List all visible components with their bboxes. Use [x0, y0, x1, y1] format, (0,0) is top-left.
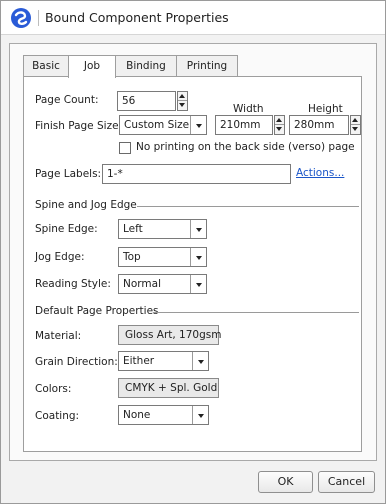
- reading-style-select[interactable]: Normal: [118, 274, 207, 294]
- tab-printing[interactable]: Printing: [176, 55, 238, 77]
- chevron-down-icon: [190, 220, 206, 238]
- grain-direction-value: Either: [123, 355, 155, 367]
- window-title: Bound Component Properties: [45, 10, 229, 25]
- grain-direction-select[interactable]: Either: [118, 351, 209, 371]
- dialog-window: Bound Component Properties Basic Job Bin…: [0, 0, 386, 504]
- jog-edge-select[interactable]: Top: [118, 247, 207, 267]
- height-stepper[interactable]: [350, 115, 361, 135]
- ok-button[interactable]: OK: [258, 471, 313, 493]
- finish-size-value: Custom Size: [124, 119, 190, 131]
- width-header: Width: [233, 103, 264, 115]
- tab-job[interactable]: Job: [68, 55, 116, 78]
- colors-label: Colors:: [35, 383, 72, 395]
- reading-style-value: Normal: [123, 278, 161, 290]
- title-bar[interactable]: Bound Component Properties: [1, 1, 385, 35]
- width-stepper[interactable]: [274, 115, 285, 135]
- cancel-button[interactable]: Cancel: [318, 471, 375, 493]
- finish-size-label: Finish Page Size:: [35, 120, 123, 132]
- colors-value[interactable]: CMYK + Spl. Gold: [118, 378, 219, 398]
- spine-section-heading: Spine and Jog Edge: [35, 199, 137, 211]
- default-section-heading: Default Page Properties: [35, 305, 159, 317]
- coating-label: Coating:: [35, 410, 80, 422]
- increment-icon[interactable]: [351, 116, 360, 125]
- coating-select[interactable]: None: [118, 405, 209, 425]
- page-count-stepper[interactable]: [177, 91, 188, 111]
- no-back-print-label: No printing on the back side (verso) pag…: [136, 141, 355, 153]
- page-labels-label: Page Labels:: [35, 168, 102, 180]
- finish-size-select[interactable]: Custom Size: [119, 115, 207, 135]
- jog-edge-label: Jog Edge:: [35, 251, 85, 263]
- app-logo-icon: [11, 8, 31, 28]
- coating-value: None: [123, 409, 151, 421]
- tab-binding[interactable]: Binding: [115, 55, 177, 77]
- actions-link[interactable]: Actions...: [296, 167, 344, 179]
- decrement-icon[interactable]: [351, 125, 360, 134]
- section-divider: [137, 206, 359, 207]
- chevron-down-icon: [190, 116, 206, 134]
- spine-edge-value: Left: [123, 223, 143, 235]
- section-divider: [153, 312, 359, 313]
- page-count-input[interactable]: 56: [117, 91, 176, 111]
- chevron-down-icon: [192, 406, 208, 424]
- decrement-icon[interactable]: [275, 125, 284, 134]
- grain-direction-label: Grain Direction:: [35, 356, 118, 368]
- material-value[interactable]: Gloss Art, 170gsm: [118, 325, 221, 345]
- chevron-down-icon: [190, 275, 206, 293]
- decrement-icon[interactable]: [178, 101, 187, 110]
- jog-edge-value: Top: [123, 251, 141, 263]
- spine-edge-select[interactable]: Left: [118, 219, 207, 239]
- chevron-down-icon: [190, 248, 206, 266]
- reading-style-label: Reading Style:: [35, 278, 111, 290]
- no-back-print-checkbox[interactable]: [119, 142, 131, 154]
- page-count-label: Page Count:: [35, 94, 99, 106]
- increment-icon[interactable]: [178, 92, 187, 101]
- increment-icon[interactable]: [275, 116, 284, 125]
- height-input[interactable]: 280mm: [289, 115, 349, 135]
- spine-edge-label: Spine Edge:: [35, 223, 98, 235]
- width-input[interactable]: 210mm: [215, 115, 273, 135]
- chevron-down-icon: [192, 352, 208, 370]
- title-separator: [38, 10, 39, 26]
- tab-basic[interactable]: Basic: [23, 55, 69, 77]
- material-label: Material:: [35, 330, 82, 342]
- height-header: Height: [308, 103, 343, 115]
- page-labels-input[interactable]: 1-*: [102, 164, 291, 184]
